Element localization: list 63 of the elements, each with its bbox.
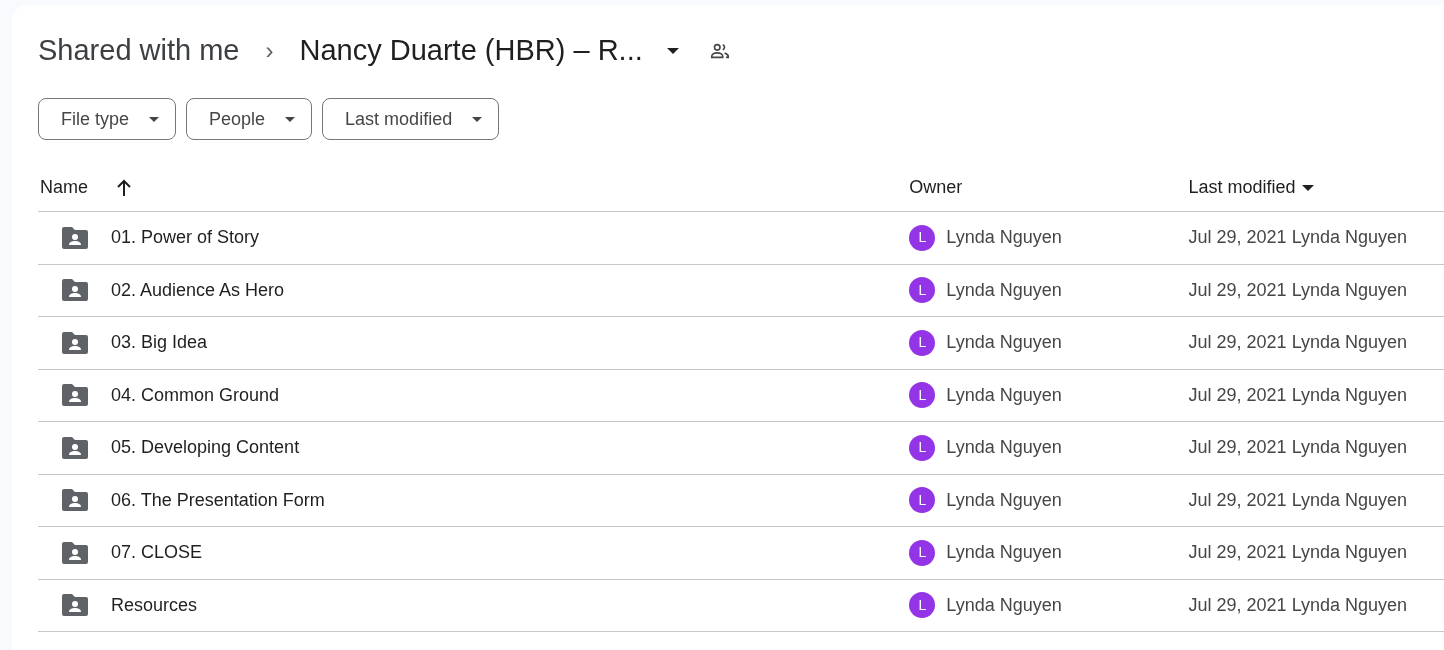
- modified-date: Jul 29, 2021 Lynda Nguyen: [1188, 383, 1408, 407]
- folder-row[interactable]: 06. The Presentation Form L Lynda Nguyen Jul 29, 2021 Lynda Nguyen: [38, 474, 1444, 527]
- modified-date: Jul 29, 2021 Lynda Nguyen: [1188, 278, 1408, 302]
- shared-folder-icon: [62, 489, 88, 512]
- modified-date: Jul 29, 2021 Lynda Nguyen: [1188, 541, 1408, 565]
- modified-date: Jul 29, 2021 Lynda Nguyen: [1188, 593, 1408, 617]
- folder-row[interactable]: 02. Audience As Hero L Lynda Nguyen Jul 29, 2021 Lynda Nguyen: [38, 264, 1444, 317]
- folder-name: Resources: [111, 593, 198, 617]
- folder-name: 05. Developing Content: [111, 436, 300, 460]
- folder-row[interactable]: 04. Common Ground L Lynda Nguyen Jul 29, 2021 Lynda Nguyen: [38, 369, 1444, 422]
- filter-dropdown[interactable]: People: [186, 98, 313, 140]
- owner-avatar: L: [909, 224, 936, 251]
- owner-name: Lynda Nguyen: [946, 226, 1062, 250]
- dropdown-caret-icon: [149, 116, 160, 122]
- owner-avatar: L: [909, 382, 936, 409]
- owner-name: Lynda Nguyen: [946, 541, 1062, 565]
- shared-folder-icon: [62, 331, 88, 354]
- owner-name: Lynda Nguyen: [946, 383, 1062, 407]
- column-header[interactable]: Name: [40, 174, 88, 201]
- folder-name: 06. The Presentation Form: [111, 488, 325, 512]
- column-header[interactable]: Last modified: [1188, 174, 1296, 201]
- owner-avatar: L: [909, 329, 936, 356]
- filter-dropdown[interactable]: Last modified: [322, 98, 500, 140]
- shared-folder-icon: [62, 226, 88, 249]
- folder-name: 01. Power of Story: [111, 226, 260, 250]
- shared-folder-icon: [62, 384, 88, 407]
- breadcrumb-link[interactable]: Shared with me: [38, 29, 240, 73]
- owner-avatar: L: [909, 487, 936, 514]
- dropdown-caret-icon: [285, 116, 296, 122]
- breadcrumb-separator: ›: [265, 36, 274, 66]
- filter-dropdown[interactable]: File type: [38, 98, 177, 140]
- folder-name: 02. Audience As Hero: [111, 278, 285, 302]
- folder-title[interactable]: Nancy Duarte (HBR) – R...: [299, 29, 643, 73]
- owner-name: Lynda Nguyen: [946, 488, 1062, 512]
- folder-name: 04. Common Ground: [111, 383, 280, 407]
- shared-folder-icon: [62, 541, 88, 564]
- dropdown-caret-icon: [472, 116, 483, 122]
- modified-date: Jul 29, 2021 Lynda Nguyen: [1188, 488, 1408, 512]
- sort-arrow-icon[interactable]: [116, 178, 132, 197]
- owner-name: Lynda Nguyen: [946, 593, 1062, 617]
- owner-avatar: L: [909, 592, 936, 619]
- shared-folder-icon: [62, 279, 88, 302]
- owner-name: Lynda Nguyen: [946, 436, 1062, 460]
- column-header[interactable]: Owner: [909, 174, 963, 201]
- folder-row[interactable]: 07. CLOSE L Lynda Nguyen Jul 29, 2021 Lynda Nguyen: [38, 527, 1444, 580]
- owner-name: Lynda Nguyen: [946, 278, 1062, 302]
- folder-row[interactable]: 01. Power of Story L Lynda Nguyen Jul 29, 2021 Lynda Nguyen: [38, 212, 1444, 265]
- folder-row[interactable]: 03. Big Idea L Lynda Nguyen Jul 29, 2021 Lynda Nguyen: [38, 317, 1444, 370]
- owner-avatar: L: [909, 277, 936, 304]
- modified-date: Jul 29, 2021 Lynda Nguyen: [1188, 436, 1408, 460]
- owner-avatar: L: [909, 539, 936, 566]
- shared-folder-icon: [62, 594, 88, 617]
- folder-name: 07. CLOSE: [111, 541, 203, 565]
- owner-avatar: L: [909, 434, 936, 461]
- sort-caret-icon[interactable]: [1301, 184, 1314, 191]
- folder-name: 03. Big Idea: [111, 331, 208, 355]
- shared-folder-icon: [62, 436, 88, 459]
- folder-row[interactable]: 05. Developing Content L Lynda Nguyen Jul 29, 2021 Lynda Nguyen: [38, 422, 1444, 475]
- owner-name: Lynda Nguyen: [946, 331, 1062, 355]
- folder-row[interactable]: Resources L Lynda Nguyen Jul 29, 2021 Lynda Nguyen: [38, 579, 1444, 632]
- dropdown-caret-icon[interactable]: [666, 48, 679, 54]
- modified-date: Jul 29, 2021 Lynda Nguyen: [1188, 331, 1408, 355]
- modified-date: Jul 29, 2021 Lynda Nguyen: [1188, 226, 1408, 250]
